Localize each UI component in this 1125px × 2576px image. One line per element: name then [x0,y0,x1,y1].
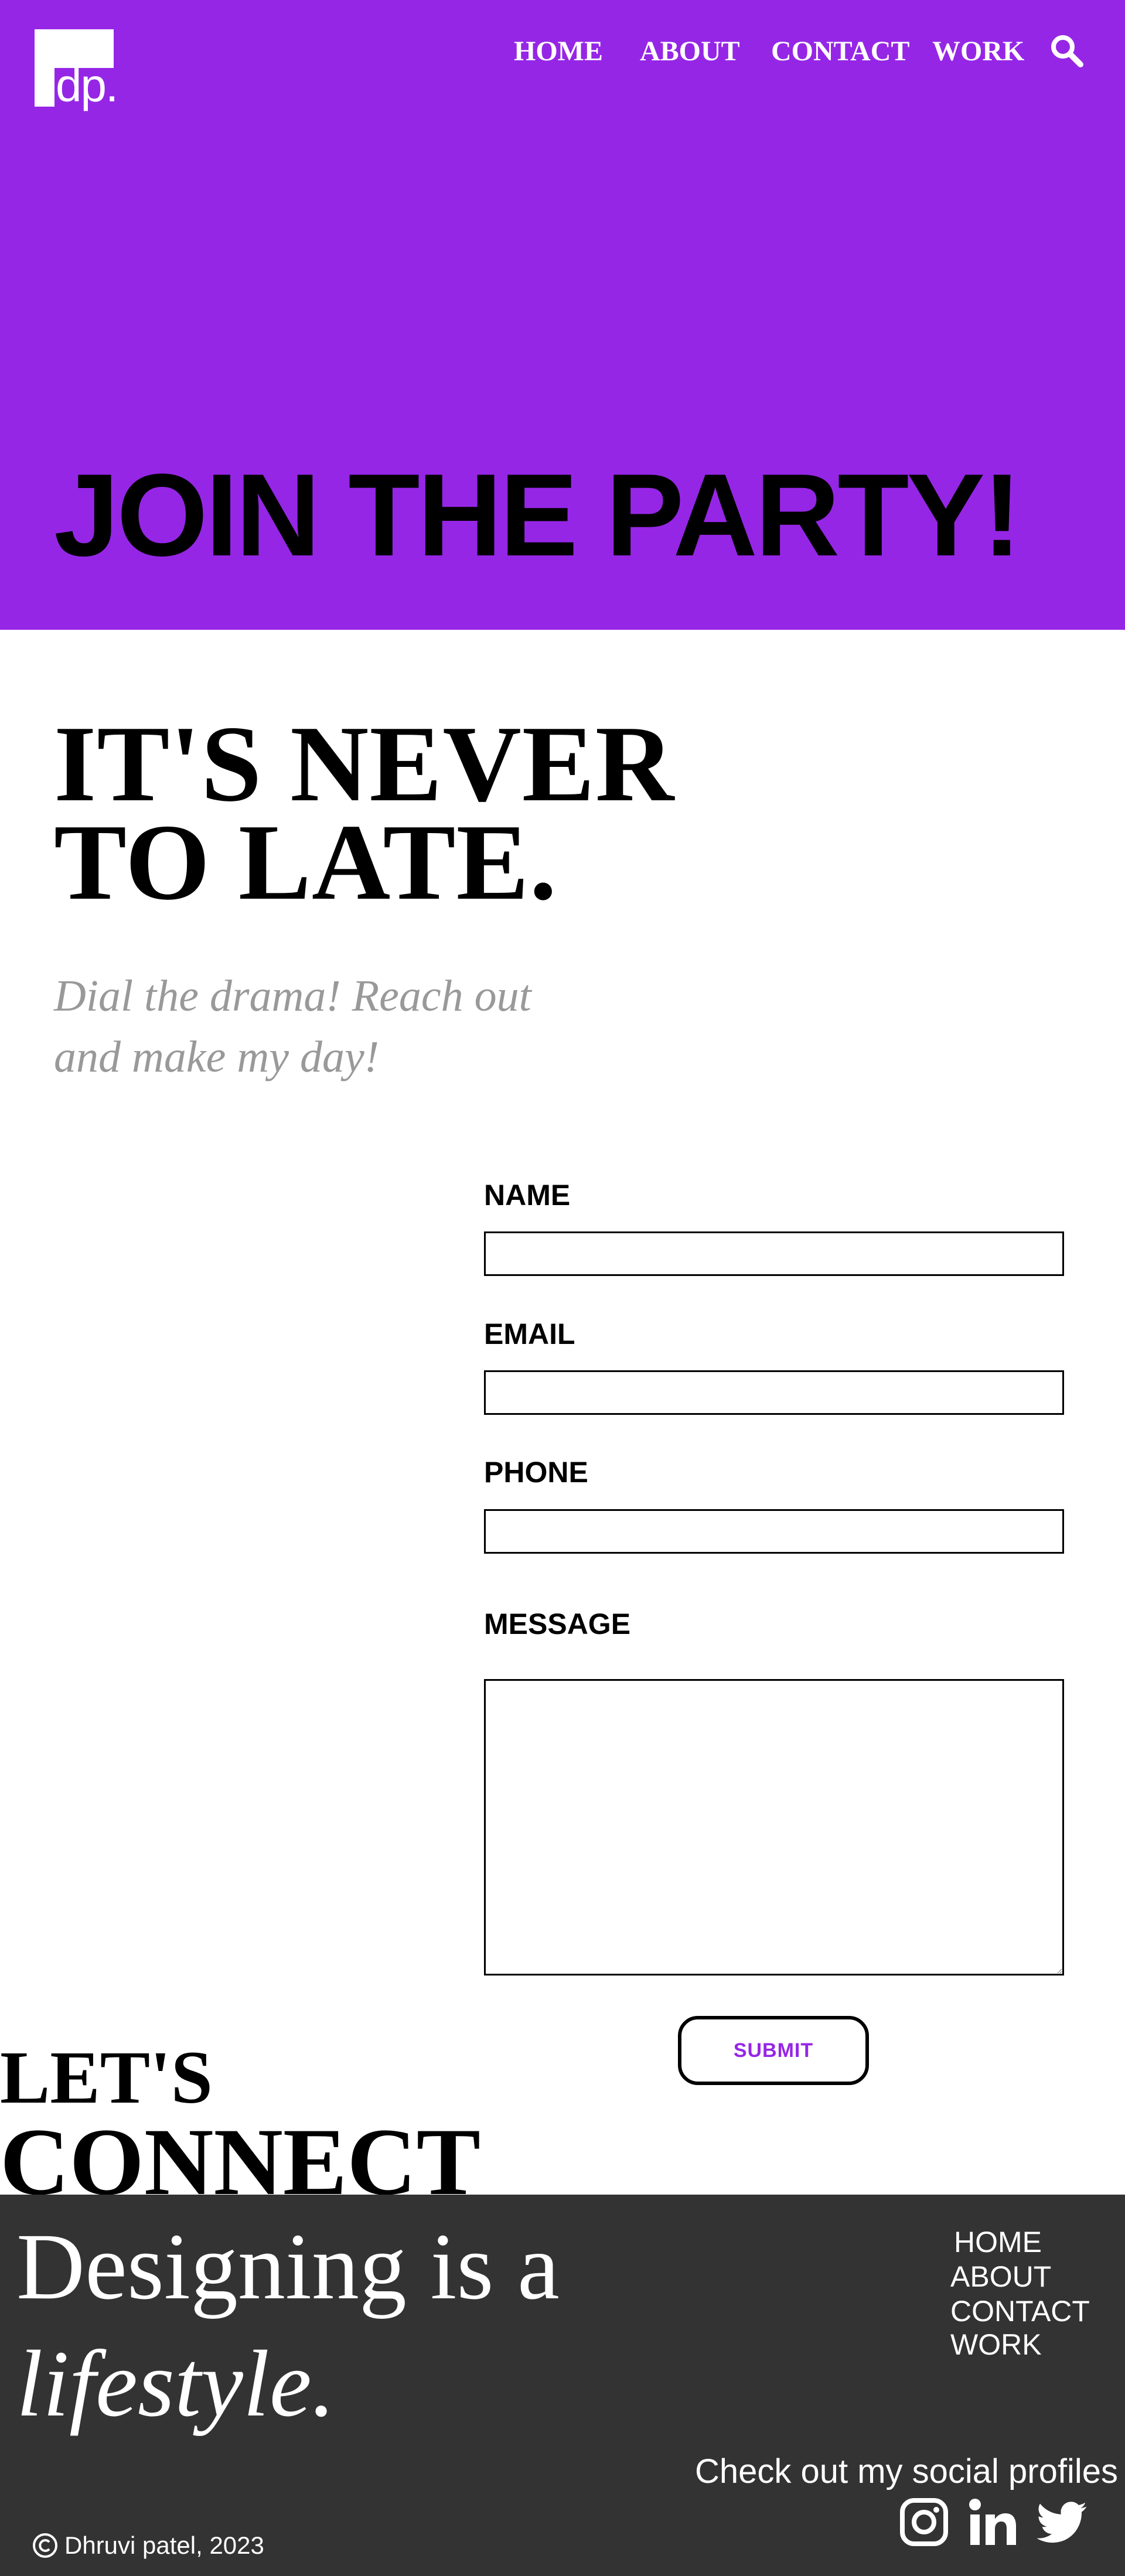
phone-field[interactable] [484,1509,1064,1554]
copyright-text: Dhruvi patel, 2023 [64,2531,264,2559]
phone-label: PHONE [484,1456,588,1489]
submit-button[interactable]: SUBMIT [678,2016,869,2085]
footer-nav-home[interactable]: HOME [954,2225,1042,2259]
intro-subheading-line1: Dial the drama! Reach out [54,971,531,1021]
nav-work[interactable]: WORK [932,35,1024,68]
intro-subheading-line2: and make my day! [54,1032,380,1081]
name-label: NAME [484,1179,571,1212]
copyright: Dhruvi patel, 2023 [32,2531,264,2560]
instagram-icon [900,2498,948,2546]
twitter-icon [1036,2502,1087,2543]
message-label: MESSAGE [484,1608,631,1640]
intro-subheading: Dial the drama! Reach out and make my da… [54,965,640,1087]
hero-title: JOIN THE PARTY! [54,450,1022,581]
linkedin-link[interactable] [968,2497,1018,2547]
logo-text: dp. [56,59,118,111]
footer-nav-about[interactable]: ABOUT [950,2260,1051,2294]
connect-line2: CONNECT [0,2109,481,2215]
email-label: EMAIL [484,1318,575,1350]
footer-nav-contact[interactable]: CONTACT [950,2294,1090,2328]
footer-tagline: Designing is a lifestyle. [16,2209,560,2443]
footer-nav-work[interactable]: WORK [950,2328,1042,2362]
tagline-line1: Designing is a [16,2215,560,2319]
twitter-link[interactable] [1036,2497,1088,2547]
logo[interactable]: dp. [35,29,118,111]
connect-line1: LET'S [0,2036,213,2119]
social-heading: Check out my social profiles [694,2452,1118,2490]
linkedin-icon [969,2499,1016,2545]
copyright-icon [33,2533,57,2558]
intro-heading: IT'S NEVER TO LATE. [54,704,675,923]
nav-home[interactable]: HOME [514,35,603,68]
search-icon [1051,35,1083,67]
message-field[interactable] [484,1679,1064,1975]
lets-connect-heading: LET'S CONNECT [0,2036,481,2215]
nav-contact[interactable]: CONTACT [771,35,909,68]
search-button[interactable] [1049,33,1084,68]
tagline-line2: lifestyle. [16,2332,336,2437]
nav-about[interactable]: ABOUT [640,35,740,68]
intro-heading-line1: IT'S NEVER [54,704,675,824]
email-field[interactable] [484,1370,1064,1415]
name-field[interactable] [484,1231,1064,1276]
instagram-link[interactable] [899,2497,949,2547]
intro-heading-line2: TO LATE. [54,802,558,923]
